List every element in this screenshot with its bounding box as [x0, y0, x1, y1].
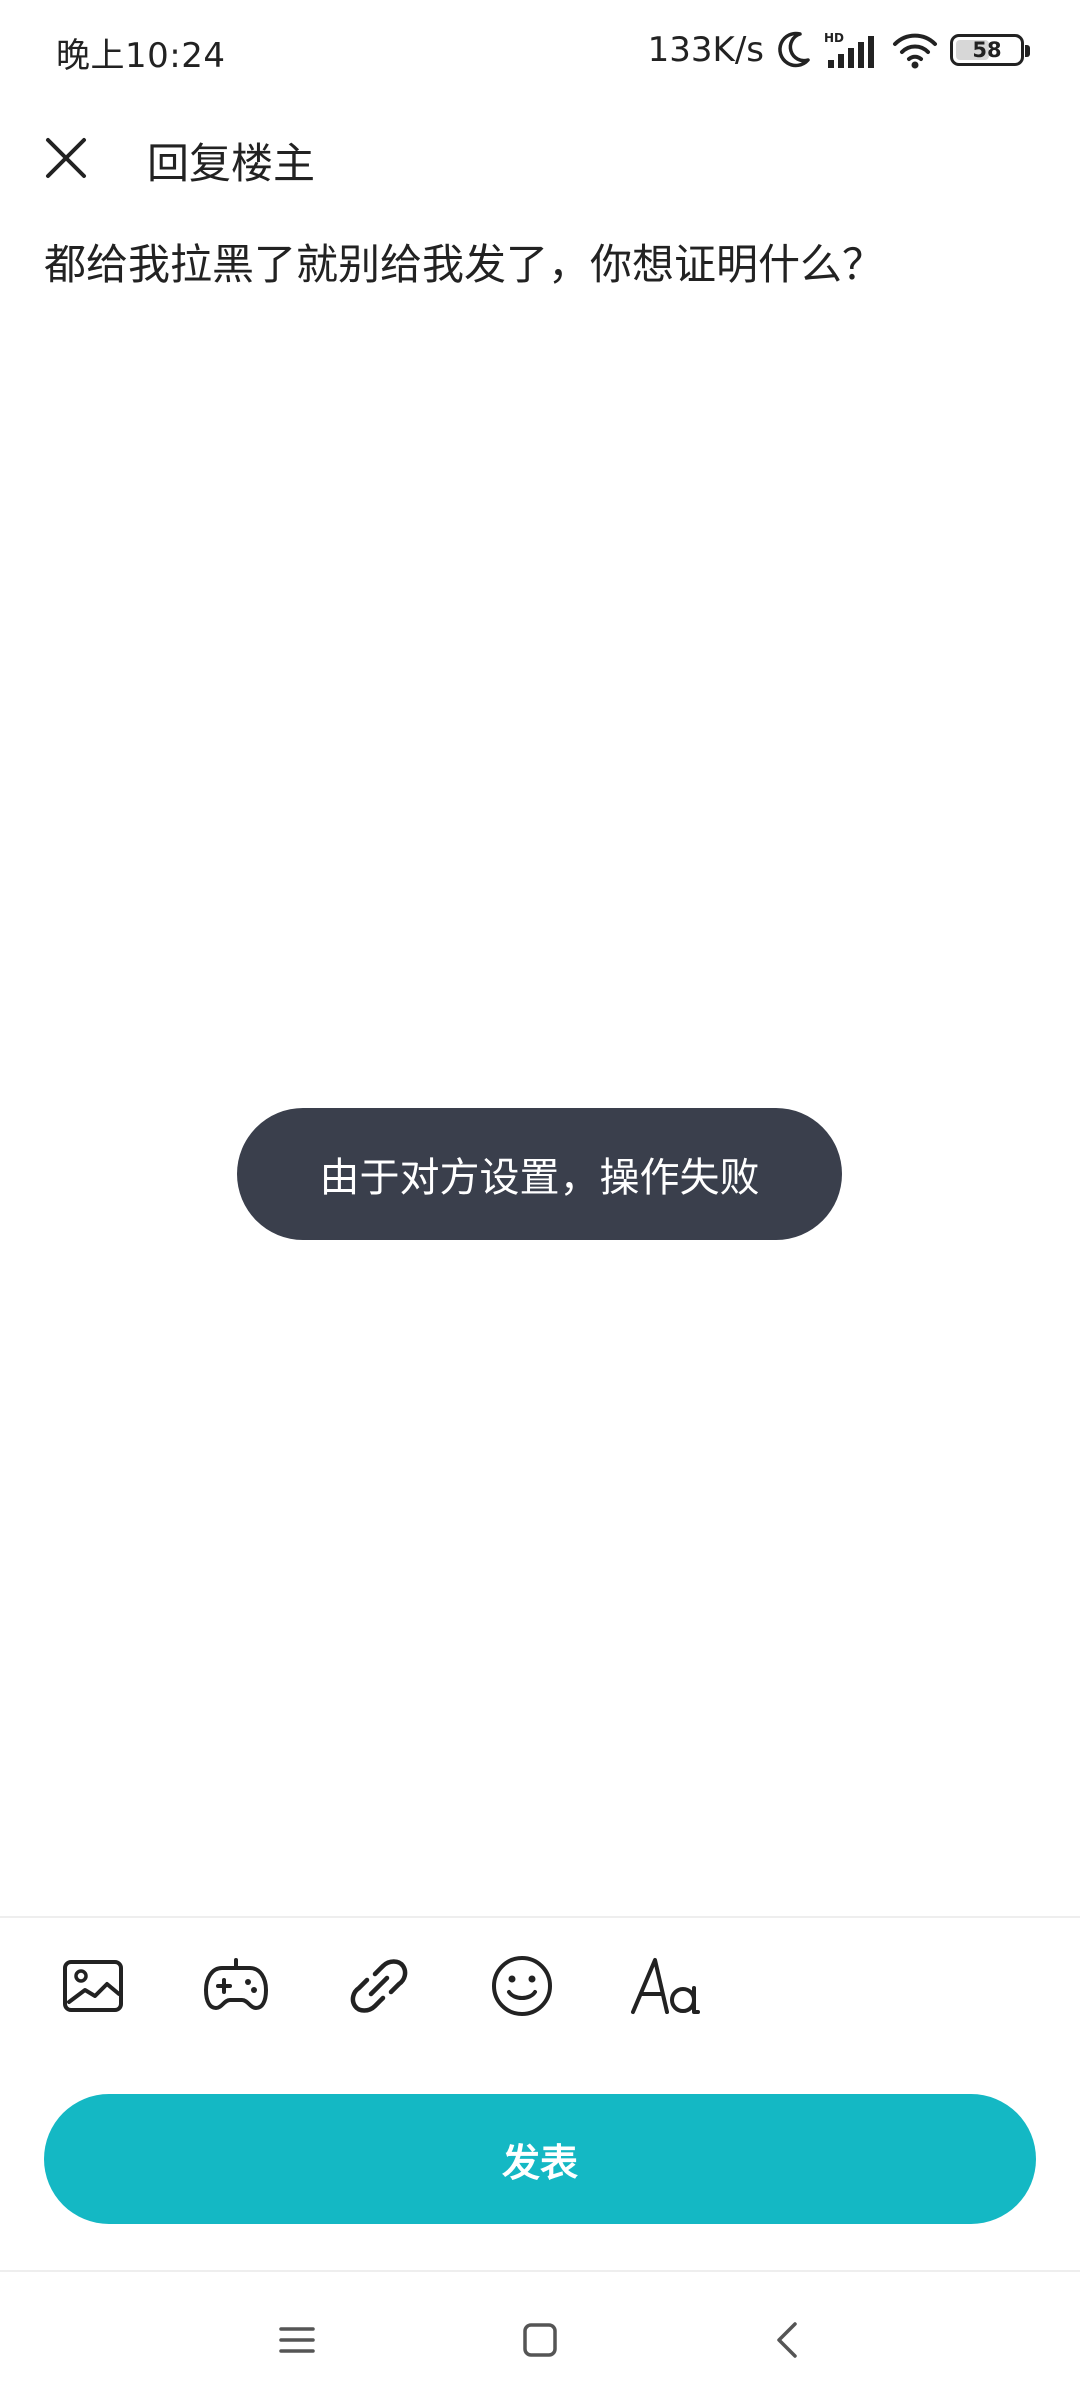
status-time: 晚上10:24 — [56, 36, 226, 76]
link-icon — [350, 1959, 408, 2013]
moon-icon — [776, 30, 812, 70]
image-icon — [63, 1960, 123, 2012]
reply-input[interactable]: 都给我拉黑了就别给我发了，你想证明什么？ — [44, 236, 1044, 294]
hd-signal-icon: HD — [824, 30, 880, 70]
editor-toolbar — [0, 1946, 1080, 2026]
header: 回复楼主 — [0, 110, 1080, 206]
insert-game-button[interactable] — [196, 1946, 276, 2026]
svg-text:HD: HD — [824, 31, 844, 45]
home-button[interactable] — [500, 2300, 580, 2380]
close-icon — [46, 138, 86, 178]
status-right-group: 133K/s HD 58 — [647, 22, 1030, 78]
toast-text: 由于对方设置，操作失败 — [319, 1155, 760, 1201]
insert-image-button[interactable] — [53, 1946, 133, 2026]
insert-link-button[interactable] — [339, 1946, 419, 2026]
close-button[interactable] — [36, 128, 96, 188]
toast-message: 由于对方设置，操作失败 — [237, 1108, 842, 1240]
status-bar: 晚上10:24 133K/s HD 58 — [0, 0, 1080, 100]
wifi-icon — [892, 30, 938, 70]
home-icon — [523, 2323, 557, 2357]
toolbar-divider — [0, 1916, 1080, 1918]
submit-button[interactable]: 发表 — [44, 2094, 1036, 2224]
recent-apps-button[interactable] — [257, 2300, 337, 2380]
insert-emoji-button[interactable] — [482, 1946, 562, 2026]
back-button[interactable] — [747, 2300, 827, 2380]
emoji-icon — [492, 1956, 552, 2016]
battery-level: 58 — [972, 38, 1002, 62]
gamepad-icon — [204, 1958, 268, 2010]
menu-icon — [279, 2327, 315, 2353]
text-format-button[interactable] — [625, 1946, 705, 2026]
system-nav-bar — [0, 2272, 1080, 2400]
text-format-icon — [631, 1958, 700, 2014]
network-speed: 133K/s — [647, 30, 764, 70]
page-title: 回复楼主 — [147, 139, 316, 188]
back-icon — [777, 2322, 797, 2358]
battery-icon: 58 — [950, 34, 1030, 66]
